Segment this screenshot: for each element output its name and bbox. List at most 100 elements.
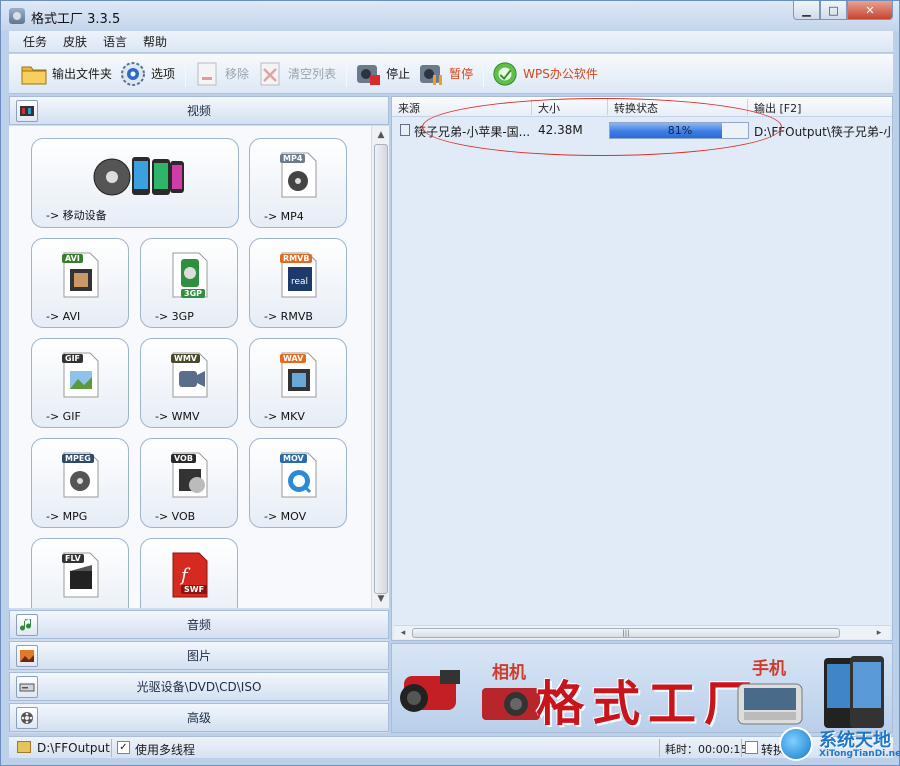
mkv-file-icon: WAV — [278, 351, 320, 399]
tile-flv[interactable]: FLV — [31, 538, 129, 608]
tile-wmv[interactable]: WMV -> WMV — [140, 338, 238, 428]
banner-title: 格式工厂 — [536, 676, 761, 732]
flv-file-icon: FLV — [60, 551, 102, 599]
banner-camera-label: 相机 — [492, 663, 526, 683]
rmvb-file-icon: real RMVB — [278, 251, 320, 299]
scroll-right-arrow-icon[interactable]: ▸ — [872, 626, 886, 640]
video-scrollbar[interactable]: ▲ ▼ — [371, 126, 389, 608]
close-button[interactable]: ✕ — [847, 1, 893, 20]
convert-checkbox[interactable] — [745, 741, 758, 754]
multithread-checkbox[interactable]: ✓ — [117, 741, 130, 754]
wps-button[interactable]: WPS办公软件 — [492, 58, 598, 90]
app-window: 格式工厂 3.3.5 ▁ □ ✕ 任务 皮肤 语言 帮助 输出文件夹 选项 移除… — [0, 0, 900, 766]
tile-avi[interactable]: AVI -> AVI — [31, 238, 129, 328]
maximize-button[interactable]: □ — [820, 1, 847, 20]
options-button[interactable]: 选项 — [120, 58, 175, 90]
window-title: 格式工厂 3.3.5 — [31, 12, 121, 27]
remove-file-icon — [194, 61, 220, 87]
scroll-up-arrow-icon[interactable]: ▲ — [374, 128, 388, 142]
menu-bar: 任务 皮肤 语言 帮助 — [9, 31, 893, 53]
mp4-file-icon: MP4 — [278, 151, 320, 199]
camcorder-icon — [400, 670, 460, 712]
toolbar-separator — [346, 60, 348, 87]
multithread-label: 使用多线程 — [135, 743, 196, 757]
watermark-url: XiTongTianDi.net — [819, 749, 900, 759]
tile-vob[interactable]: VOB -> VOB — [140, 438, 238, 528]
hscroll-thumb[interactable]: ||| — [412, 628, 840, 638]
toolbar-separator — [185, 60, 187, 87]
menu-language[interactable]: 语言 — [103, 33, 127, 50]
film-icon — [16, 100, 38, 122]
tile-mp4[interactable]: MP4 -> MP4 — [249, 138, 347, 228]
category-optical[interactable]: 光驱设备\DVD\CD\ISO — [9, 672, 389, 701]
clear-list-icon — [257, 61, 283, 87]
camera-icon — [482, 688, 540, 720]
toolbar-separator — [483, 60, 485, 87]
column-source[interactable]: 来源 — [398, 100, 420, 116]
clear-list-button[interactable]: 清空列表 — [257, 58, 336, 90]
tile-3gp[interactable]: 3GP -> 3GP — [140, 238, 238, 328]
scroll-left-arrow-icon[interactable]: ◂ — [396, 626, 410, 640]
tile-gif[interactable]: GIF -> GIF — [31, 338, 129, 428]
menu-task[interactable]: 任务 — [23, 33, 47, 50]
film-reel-icon — [16, 707, 38, 729]
smartphone-icon — [824, 656, 884, 728]
mobile-devices-icon — [93, 157, 184, 196]
stop-button[interactable]: 停止 — [355, 58, 410, 90]
gear-icon — [120, 61, 146, 87]
avi-file-icon: AVI — [60, 251, 102, 299]
promo-banner: 相机 格式工厂 手机 — [391, 643, 893, 733]
vob-file-icon: VOB — [169, 451, 211, 499]
file-icon — [400, 124, 410, 136]
toolbar: 输出文件夹 选项 移除 清空列表 停止 暂停 WPS办公软件 — [9, 54, 893, 94]
scroll-thumb[interactable] — [374, 144, 388, 594]
tile-swf[interactable]: f SWF — [140, 538, 238, 608]
watermark: 系统天地 XiTongTianDi.net — [779, 723, 900, 765]
picture-icon — [16, 645, 38, 667]
mpeg-file-icon: MPEG — [60, 451, 102, 499]
mov-file-icon: MOV — [278, 451, 320, 499]
folder-icon — [21, 61, 47, 87]
status-separator — [741, 739, 742, 757]
category-panel: 视频 -> 移动设备 MP4 -> MP4 AVI -> AVI 3GP -> … — [9, 96, 389, 733]
slider-phone-icon — [737, 683, 803, 725]
output-path[interactable]: D:\FFOutput — [37, 741, 110, 755]
category-picture[interactable]: 图片 — [9, 641, 389, 670]
swf-file-icon: f SWF — [169, 551, 211, 599]
wmv-file-icon: WMV — [169, 351, 211, 399]
title-bar: 格式工厂 3.3.5 ▁ □ ✕ — [1, 1, 899, 31]
category-advanced[interactable]: 高级 — [9, 703, 389, 732]
disc-drive-icon — [16, 676, 38, 698]
tile-mov[interactable]: MOV -> MOV — [249, 438, 347, 528]
annotation-circle — [422, 98, 782, 156]
stop-icon — [355, 61, 381, 87]
elapsed-time: 耗时：00:00:15 — [665, 743, 748, 756]
tile-rmvb[interactable]: real RMVB -> RMVB — [249, 238, 347, 328]
gif-file-icon: GIF — [60, 351, 102, 399]
minimize-button[interactable]: ▁ — [793, 1, 820, 20]
music-note-icon — [16, 614, 38, 636]
status-bar: D:\FFOutput ✓ 使用多线程 耗时：00:00:15 转换 — [9, 736, 893, 758]
output-folder-button[interactable]: 输出文件夹 — [21, 58, 112, 90]
status-separator — [111, 739, 112, 757]
banner-phone-label: 手机 — [752, 659, 786, 679]
status-separator — [659, 739, 660, 757]
menu-help[interactable]: 帮助 — [143, 33, 167, 50]
video-format-grid: -> 移动设备 MP4 -> MP4 AVI -> AVI 3GP -> 3GP… — [9, 126, 371, 608]
remove-button[interactable]: 移除 — [194, 58, 249, 90]
task-list-hscrollbar[interactable]: ◂ ||| ▸ — [394, 625, 890, 639]
tile-mobile[interactable]: -> 移动设备 — [31, 138, 239, 228]
watermark-logo-icon — [779, 727, 813, 761]
pause-icon — [418, 61, 444, 87]
pause-button[interactable]: 暂停 — [418, 58, 473, 90]
scroll-down-arrow-icon[interactable]: ▼ — [374, 592, 388, 606]
tile-mpg[interactable]: MPEG -> MPG — [31, 438, 129, 528]
menu-skin[interactable]: 皮肤 — [63, 33, 87, 50]
svg-text:real: real — [291, 277, 308, 287]
category-video[interactable]: 视频 — [9, 96, 389, 125]
app-icon — [9, 8, 25, 24]
folder-icon[interactable] — [17, 741, 31, 753]
task-list-panel: 来源 大小 转换状态 输出 [F2] 筷子兄弟-小苹果-国... 42.38M … — [391, 96, 893, 641]
category-audio[interactable]: 音频 — [9, 610, 389, 639]
tile-mkv[interactable]: WAV -> MKV — [249, 338, 347, 428]
